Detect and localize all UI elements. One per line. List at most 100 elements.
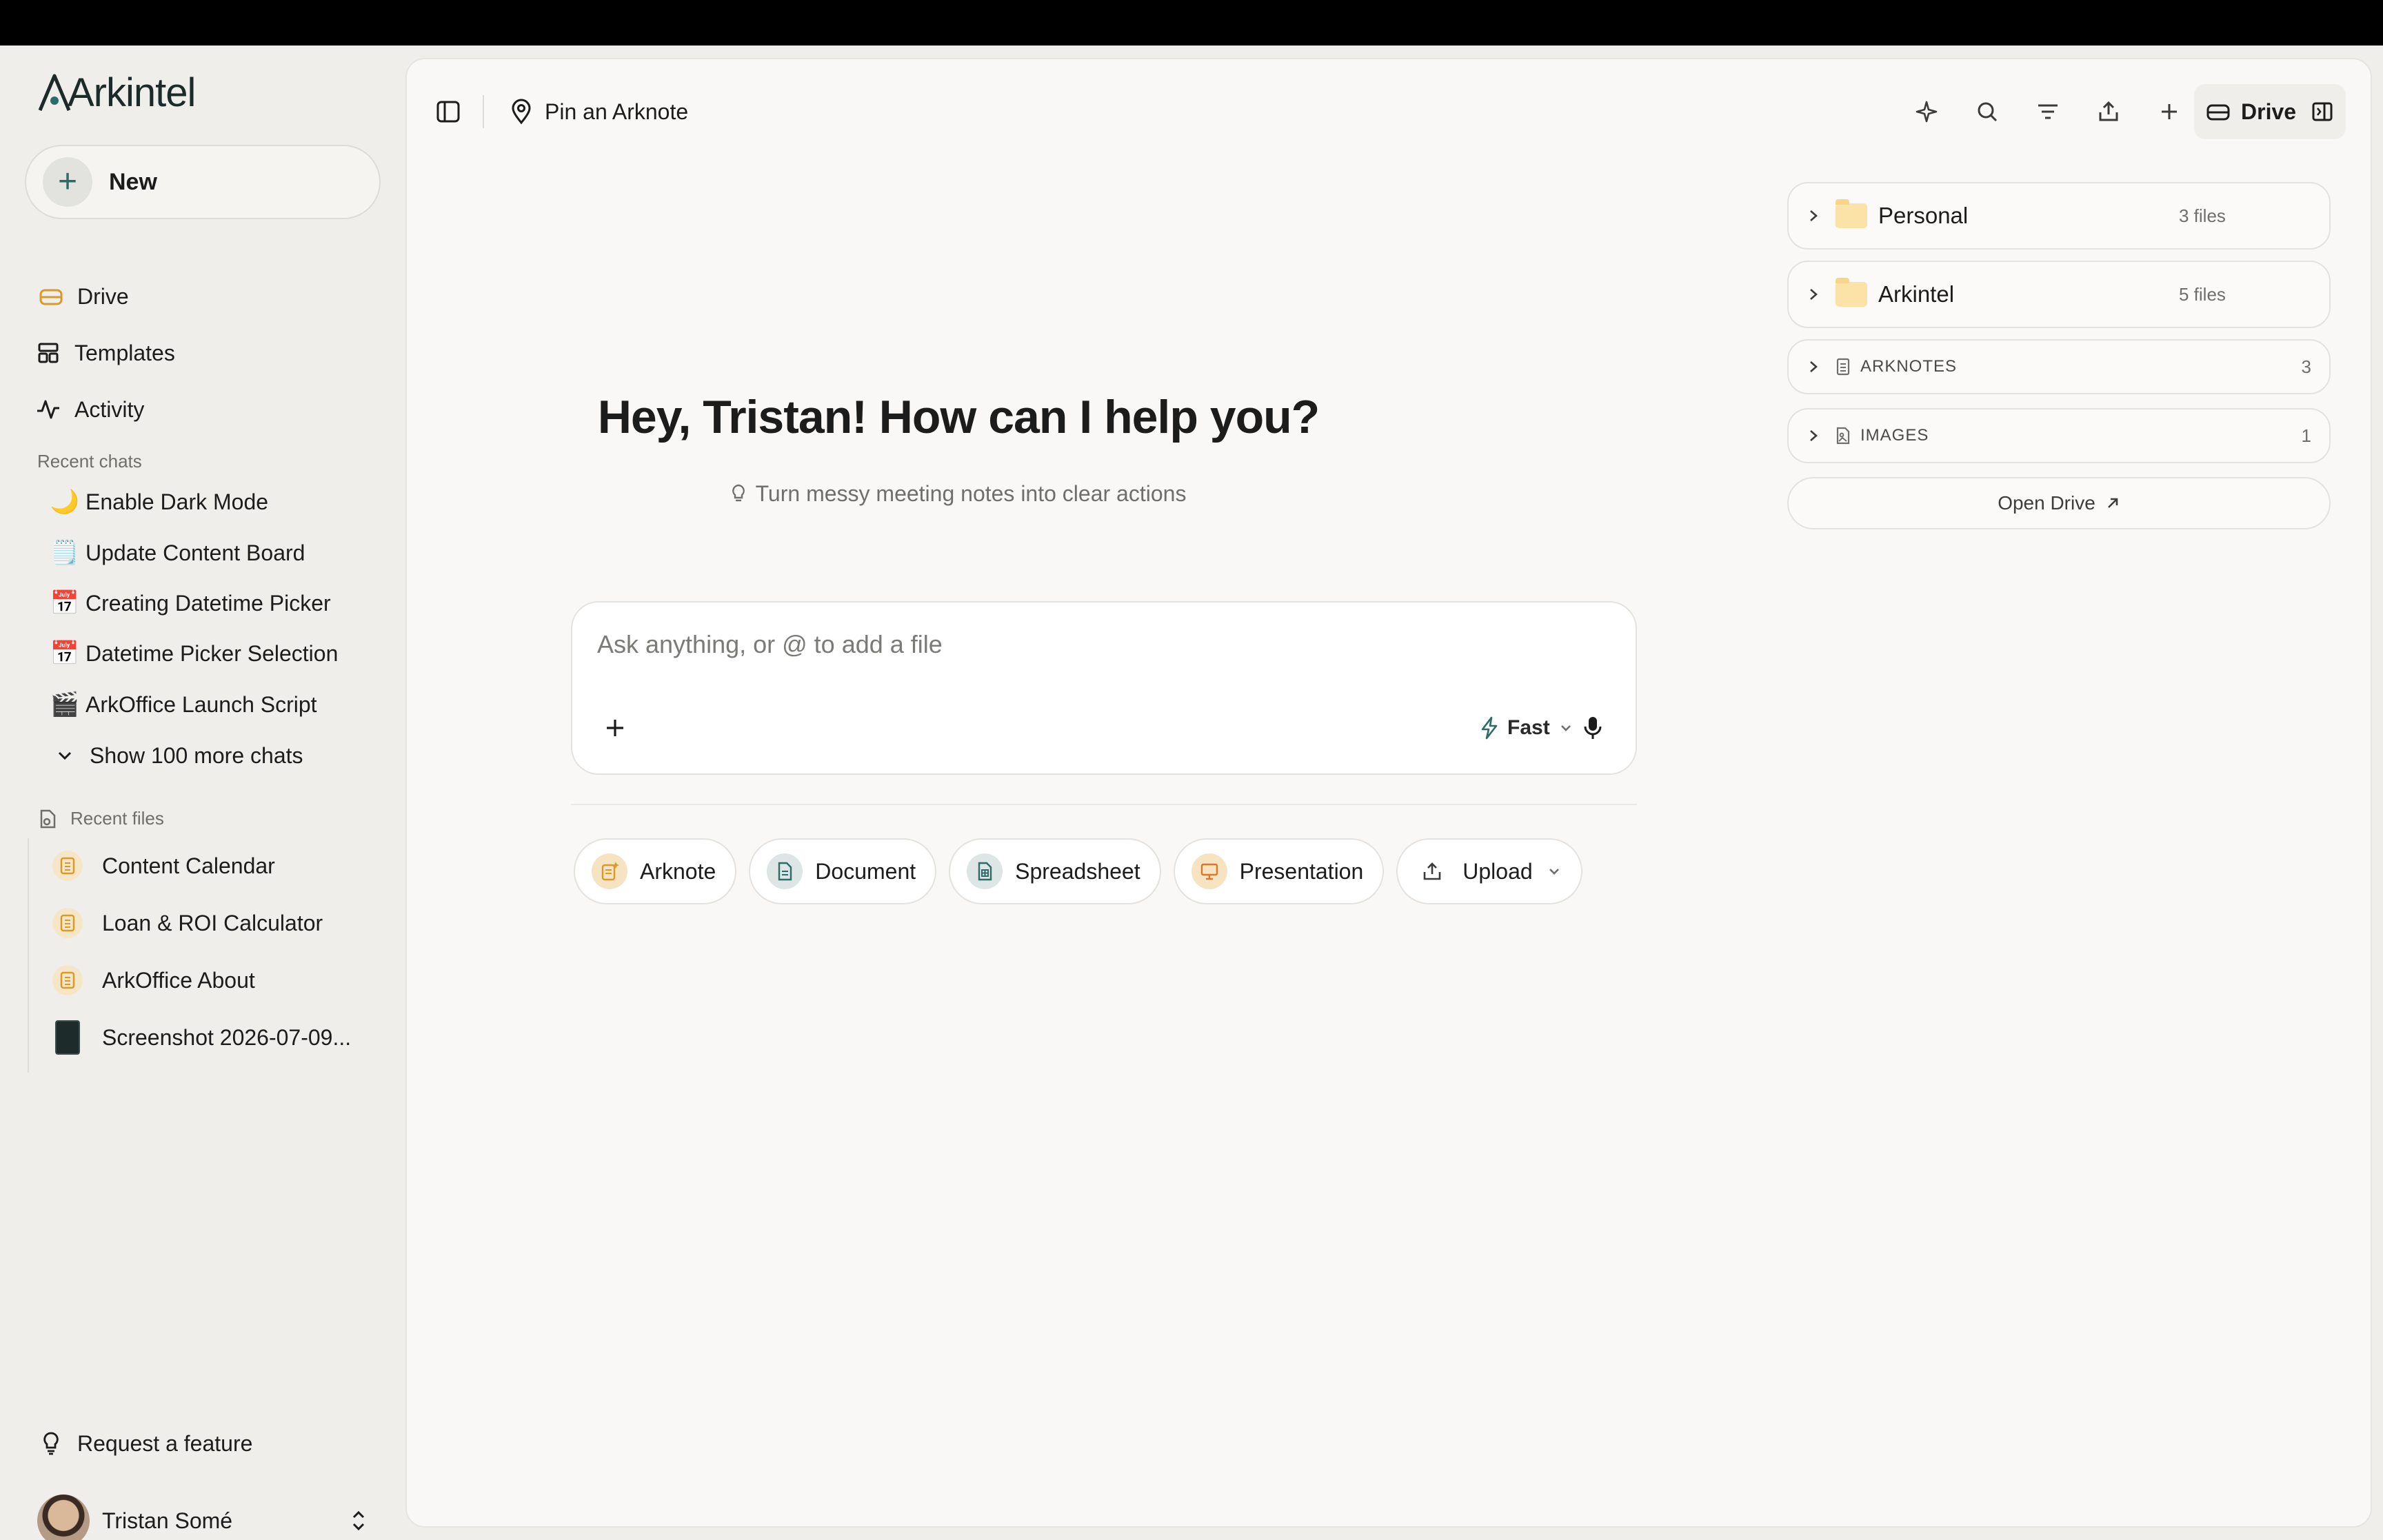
quick-create-chips: Arknote Document Spreadsheet Presentatio… [574,838,1595,904]
show-more-label: Show 100 more chats [90,742,303,768]
chevron-right-icon [1807,286,1820,303]
create-arknote-button[interactable]: Arknote [574,838,737,904]
chat-item[interactable]: 🌙 Enable Dark Mode [50,481,268,523]
chat-item[interactable]: 📅 Creating Datetime Picker [50,582,331,624]
model-mode-select[interactable]: Fast [1480,713,1573,743]
files-rail [28,838,29,1073]
chevron-up-down-icon [349,1508,368,1539]
folder-row-personal[interactable]: Personal 3 files [1787,182,2331,250]
lightbulb-icon [37,1431,65,1456]
recent-file-item[interactable]: ArkOffice About [52,960,255,1001]
open-drive-label: Open Drive [1998,492,2095,514]
request-feature-link[interactable]: Request a feature [37,1423,252,1464]
open-drive-button[interactable]: Open Drive [1787,477,2331,529]
templates-icon [34,339,62,367]
chat-item-label: ArkOffice Launch Script [86,691,317,717]
sidebar-item-activity[interactable]: Activity [34,389,144,430]
chat-item-label: Datetime Picker Selection [86,640,339,666]
drive-icon [37,283,65,310]
document-icon [767,853,803,889]
chat-item-label: Update Content Board [86,540,305,565]
arknote-icon [592,853,627,889]
arknote-icon [52,851,83,881]
main-panel: Pin an Arknote Drive Hey, Tristan! How c… [405,58,2372,1528]
sidebar-item-label: Templates [74,340,175,365]
create-presentation-button[interactable]: Presentation [1173,838,1385,904]
section-name: IMAGES [1860,426,1929,445]
user-name: Tristan Somé [102,1508,233,1533]
drive-panel-toggle[interactable]: Drive [2194,84,2346,139]
recent-file-item[interactable]: Content Calendar [52,845,275,886]
section-row-arknotes[interactable]: ARKNOTES 3 [1787,339,2331,394]
share-icon[interactable] [2078,92,2139,131]
chat-input[interactable]: Ask anything, or @ to add a file [597,630,943,659]
image-file-icon [1836,427,1851,445]
folder-row-arkintel[interactable]: Arkintel 5 files [1787,261,2331,328]
chip-label: Upload [1462,858,1533,884]
sidebar: Arkintel + New Drive Templates Activity … [0,45,405,1540]
pin-arknote-button[interactable]: Pin an Arknote [510,94,688,130]
sparkle-icon[interactable] [1896,92,1957,131]
recent-file-item[interactable]: Screenshot 2026-07-09... [52,1017,351,1058]
recent-files-icon [37,809,58,829]
sidebar-item-label: Drive [77,283,129,309]
model-mode-label: Fast [1507,716,1550,739]
file-label: Content Calendar [102,853,275,878]
new-button[interactable]: + New [25,145,381,219]
chat-item-label: Enable Dark Mode [86,489,269,514]
chip-label: Presentation [1239,858,1364,884]
drive-icon [2206,101,2230,122]
arrow-up-right-icon [2105,496,2120,511]
plus-icon[interactable] [2139,92,2200,131]
sidebar-toggle-icon[interactable] [434,98,462,125]
create-spreadsheet-button[interactable]: Spreadsheet [949,838,1161,904]
recent-files-label: Recent files [70,808,164,829]
section-count: 3 [2301,356,2311,377]
upload-button[interactable]: Upload [1396,838,1582,904]
folder-count: 3 files [2179,205,2226,226]
filter-icon[interactable] [2018,92,2078,131]
arknote-icon [52,908,83,938]
recent-file-item[interactable]: Loan & ROI Calculator [52,902,323,944]
panel-right-icon [2311,101,2333,123]
brand-logo[interactable]: Arkintel [37,70,196,115]
drive-label: Drive [2241,99,2297,124]
recent-files-heading: Recent files [37,808,164,829]
clapperboard-icon: 🎬 [50,691,80,718]
request-feature-label: Request a feature [77,1430,253,1456]
avatar [37,1495,90,1540]
search-icon[interactable] [1957,92,2018,131]
sidebar-item-drive[interactable]: Drive [37,276,129,317]
section-count: 1 [2301,425,2311,446]
brand-name: Arkintel [68,70,196,115]
chevron-right-icon [1807,358,1820,375]
show-more-chats[interactable]: Show 100 more chats [52,735,303,776]
chip-label: Document [815,858,916,884]
add-attachment-icon[interactable] [600,713,630,743]
map-pin-icon [510,99,532,125]
image-thumbnail [55,1020,80,1055]
arkintel-logo-icon [38,74,71,111]
sidebar-item-label: Activity [74,396,145,422]
greeting-heading: Hey, Tristan! How can I help you? [597,391,1320,443]
user-menu[interactable]: Tristan Somé [37,1495,368,1540]
activity-icon [34,396,62,423]
section-row-images[interactable]: IMAGES 1 [1787,408,2331,463]
recent-chats-heading: Recent chats [37,451,142,472]
file-label: Screenshot 2026-07-09... [102,1024,352,1050]
folder-name: Personal [1878,203,1969,228]
prompt-hint[interactable]: Turn messy meeting notes into clear acti… [407,481,1510,507]
create-document-button[interactable]: Document [749,838,937,904]
file-label: ArkOffice About [102,967,255,993]
arknote-icon [1836,358,1851,376]
chat-composer[interactable]: Ask anything, or @ to add a file Fast [571,601,1637,775]
chat-item[interactable]: 🗒️ Update Content Board [50,532,305,574]
microphone-icon[interactable] [1576,711,1609,744]
arknote-icon [52,965,83,995]
calendar-icon: 📅 [50,590,80,616]
chevron-right-icon [1807,207,1820,224]
sidebar-item-templates[interactable]: Templates [34,332,175,374]
topbar: Pin an Arknote Drive [407,59,2371,163]
chat-item[interactable]: 🎬 ArkOffice Launch Script [50,684,317,725]
chat-item[interactable]: 📅 Datetime Picker Selection [50,633,339,674]
